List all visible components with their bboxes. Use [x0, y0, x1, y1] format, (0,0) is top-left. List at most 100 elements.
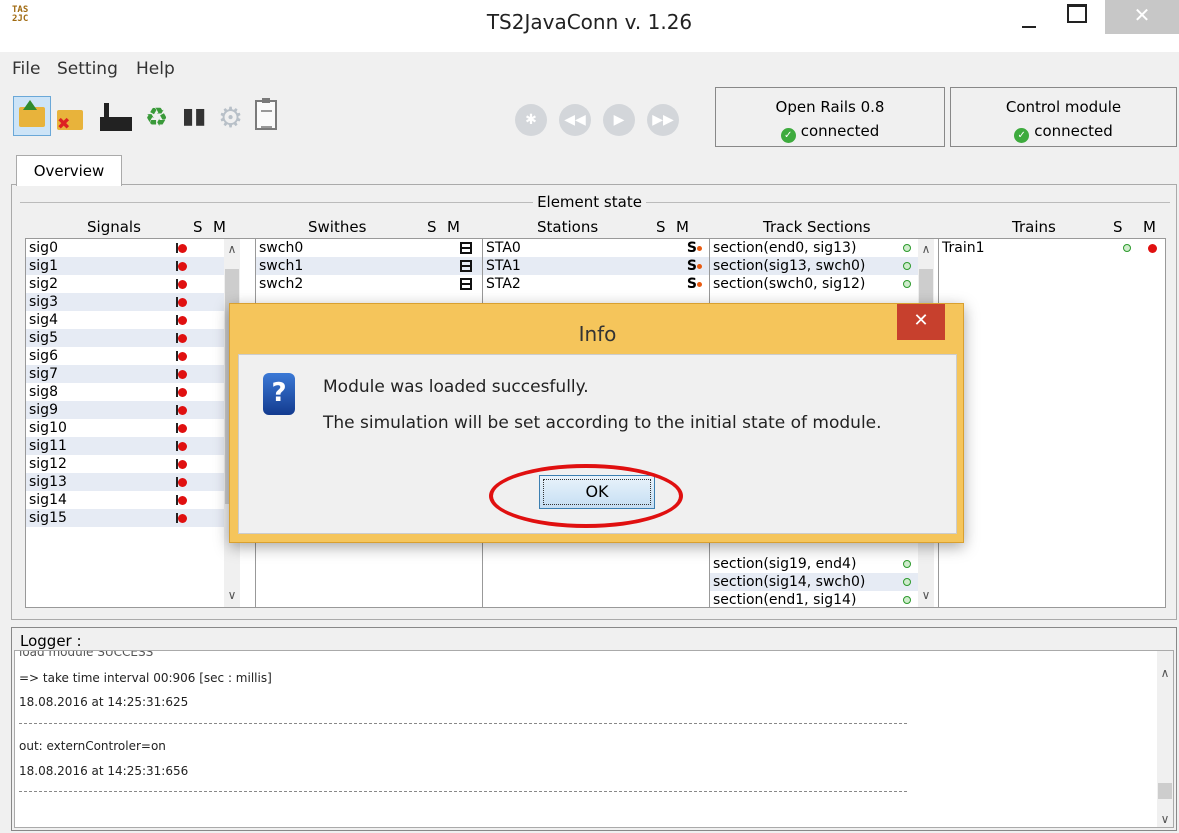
dialog-title: Info	[578, 322, 617, 346]
list-item[interactable]: section(end1, sig14)	[710, 591, 918, 608]
list-item[interactable]: Train1	[939, 239, 1165, 257]
dialog-message-line1: Module was loaded succesfully.	[323, 377, 589, 397]
list-item[interactable]: sig13	[26, 473, 224, 491]
fast-forward-icon: ▶▶	[652, 112, 674, 128]
list-item[interactable]: sig4	[26, 311, 224, 329]
signal-red-icon	[176, 261, 189, 271]
switch-icon	[460, 260, 472, 272]
switches-s-header: S	[427, 218, 437, 236]
close-button[interactable]: ✕	[1105, 0, 1179, 34]
rewind-icon: ◀◀	[564, 112, 586, 128]
list-item[interactable]: sig1	[26, 257, 224, 275]
list-item[interactable]: STA1 S	[483, 257, 709, 275]
factory-button[interactable]	[100, 103, 132, 131]
list-item[interactable]: swch2	[256, 275, 482, 293]
rewind-button[interactable]: ◀◀	[559, 104, 591, 136]
list-item-label: section(end1, sig14)	[713, 592, 857, 608]
menu-help[interactable]: Help	[136, 59, 175, 79]
list-item[interactable]: section(sig14, swch0)	[710, 573, 918, 591]
control-module-status-panel: Control module ✓ connected	[950, 87, 1177, 147]
scroll-up-icon[interactable]: ∧	[918, 241, 934, 257]
signal-red-icon	[176, 423, 189, 433]
tab-overview[interactable]: Overview	[16, 155, 122, 186]
list-item[interactable]: section(sig13, swch0)	[710, 257, 918, 275]
logger-label: Logger :	[20, 632, 82, 650]
scroll-down-icon[interactable]: ∨	[1157, 811, 1173, 827]
free-track-icon	[903, 596, 911, 604]
scrollbar-thumb[interactable]	[1158, 783, 1172, 799]
tracks-header: Track Sections	[763, 218, 871, 236]
list-item[interactable]: sig10	[26, 419, 224, 437]
list-item[interactable]: STA0 S	[483, 239, 709, 257]
arrow-up-icon	[23, 100, 37, 110]
list-item[interactable]: sig6	[26, 347, 224, 365]
menu-setting[interactable]: Setting	[57, 59, 118, 79]
list-item-label: sig9	[29, 402, 58, 418]
list-item[interactable]: sig0	[26, 239, 224, 257]
train-m-state-icon	[1148, 244, 1157, 253]
list-item-label: swch1	[259, 258, 304, 274]
dialog-close-button[interactable]: ✕	[897, 304, 945, 340]
stations-m-header: M	[676, 218, 689, 236]
list-item[interactable]: sig7	[26, 365, 224, 383]
list-item[interactable]: sig15	[26, 509, 224, 527]
signals-list[interactable]: sig0 sig1 sig2 sig3 sig4 sig5 sig6 sig7 sig8 sig9…	[25, 238, 256, 608]
close-module-button[interactable]: ✖	[57, 110, 83, 133]
menu-file[interactable]: File	[12, 59, 40, 79]
scroll-down-icon[interactable]: ∨	[918, 587, 934, 603]
log-separator	[19, 791, 907, 792]
log-line: out: externControler=on	[19, 739, 166, 753]
scroll-up-icon[interactable]: ∧	[1157, 665, 1173, 681]
list-item-label: sig10	[29, 420, 67, 436]
free-track-icon	[903, 578, 911, 586]
remove-x-icon: ✖	[57, 114, 71, 133]
clipboard-button[interactable]	[255, 98, 277, 130]
list-item[interactable]: sig9	[26, 401, 224, 419]
minimize-button[interactable]	[1010, 0, 1050, 36]
list-item[interactable]: section(swch0, sig12)	[710, 275, 918, 293]
list-item[interactable]: sig2	[26, 275, 224, 293]
list-item[interactable]: section(end0, sig13)	[710, 239, 918, 257]
list-item-label: STA1	[486, 258, 521, 274]
recycle-button[interactable]: ♻	[145, 103, 168, 133]
list-item[interactable]: sig11	[26, 437, 224, 455]
free-track-icon	[903, 262, 911, 270]
signal-red-icon	[176, 441, 189, 451]
list-item[interactable]: sig8	[26, 383, 224, 401]
logger-scrollbar[interactable]: ∧ ∨	[1157, 651, 1173, 827]
binoculars-button[interactable]: ▮▮	[182, 104, 206, 129]
list-item-label: sig4	[29, 312, 58, 328]
station-icon: S	[686, 276, 703, 292]
fast-forward-button[interactable]: ▶▶	[647, 104, 679, 136]
list-item[interactable]: sig3	[26, 293, 224, 311]
list-item[interactable]: sig5	[26, 329, 224, 347]
scroll-down-icon[interactable]: ∨	[224, 587, 240, 603]
list-item[interactable]: swch1	[256, 257, 482, 275]
list-item[interactable]: swch0	[256, 239, 482, 257]
list-item[interactable]: STA2 S	[483, 275, 709, 293]
signals-s-header: S	[193, 218, 203, 236]
train-s-state-icon	[1123, 244, 1131, 252]
list-item[interactable]: sig14	[26, 491, 224, 509]
play-button[interactable]: ▶	[603, 104, 635, 136]
signal-red-icon	[176, 315, 189, 325]
list-item-label: Train1	[942, 240, 985, 256]
openrails-state: connected	[800, 122, 880, 140]
scroll-up-icon[interactable]: ∧	[224, 241, 240, 257]
list-item[interactable]: sig12	[26, 455, 224, 473]
signals-m-header: M	[213, 218, 226, 236]
settings-gear-button[interactable]: ⚙	[218, 101, 243, 134]
trains-list[interactable]: Train1	[938, 238, 1166, 608]
stations-s-header: S	[656, 218, 666, 236]
signal-red-icon	[176, 333, 189, 343]
list-item[interactable]: section(sig19, end4)	[710, 555, 918, 573]
logger-output[interactable]: load module SUCCESS => take time interva…	[14, 650, 1174, 828]
switches-m-header: M	[447, 218, 460, 236]
list-item-label: section(end0, sig13)	[713, 240, 857, 256]
list-item-label: sig13	[29, 474, 67, 490]
sim-settings-button[interactable]: ✱	[515, 104, 547, 136]
signal-red-icon	[176, 351, 189, 361]
play-icon: ▶	[613, 112, 625, 128]
maximize-button[interactable]	[1055, 0, 1095, 36]
open-module-button[interactable]	[13, 96, 51, 136]
